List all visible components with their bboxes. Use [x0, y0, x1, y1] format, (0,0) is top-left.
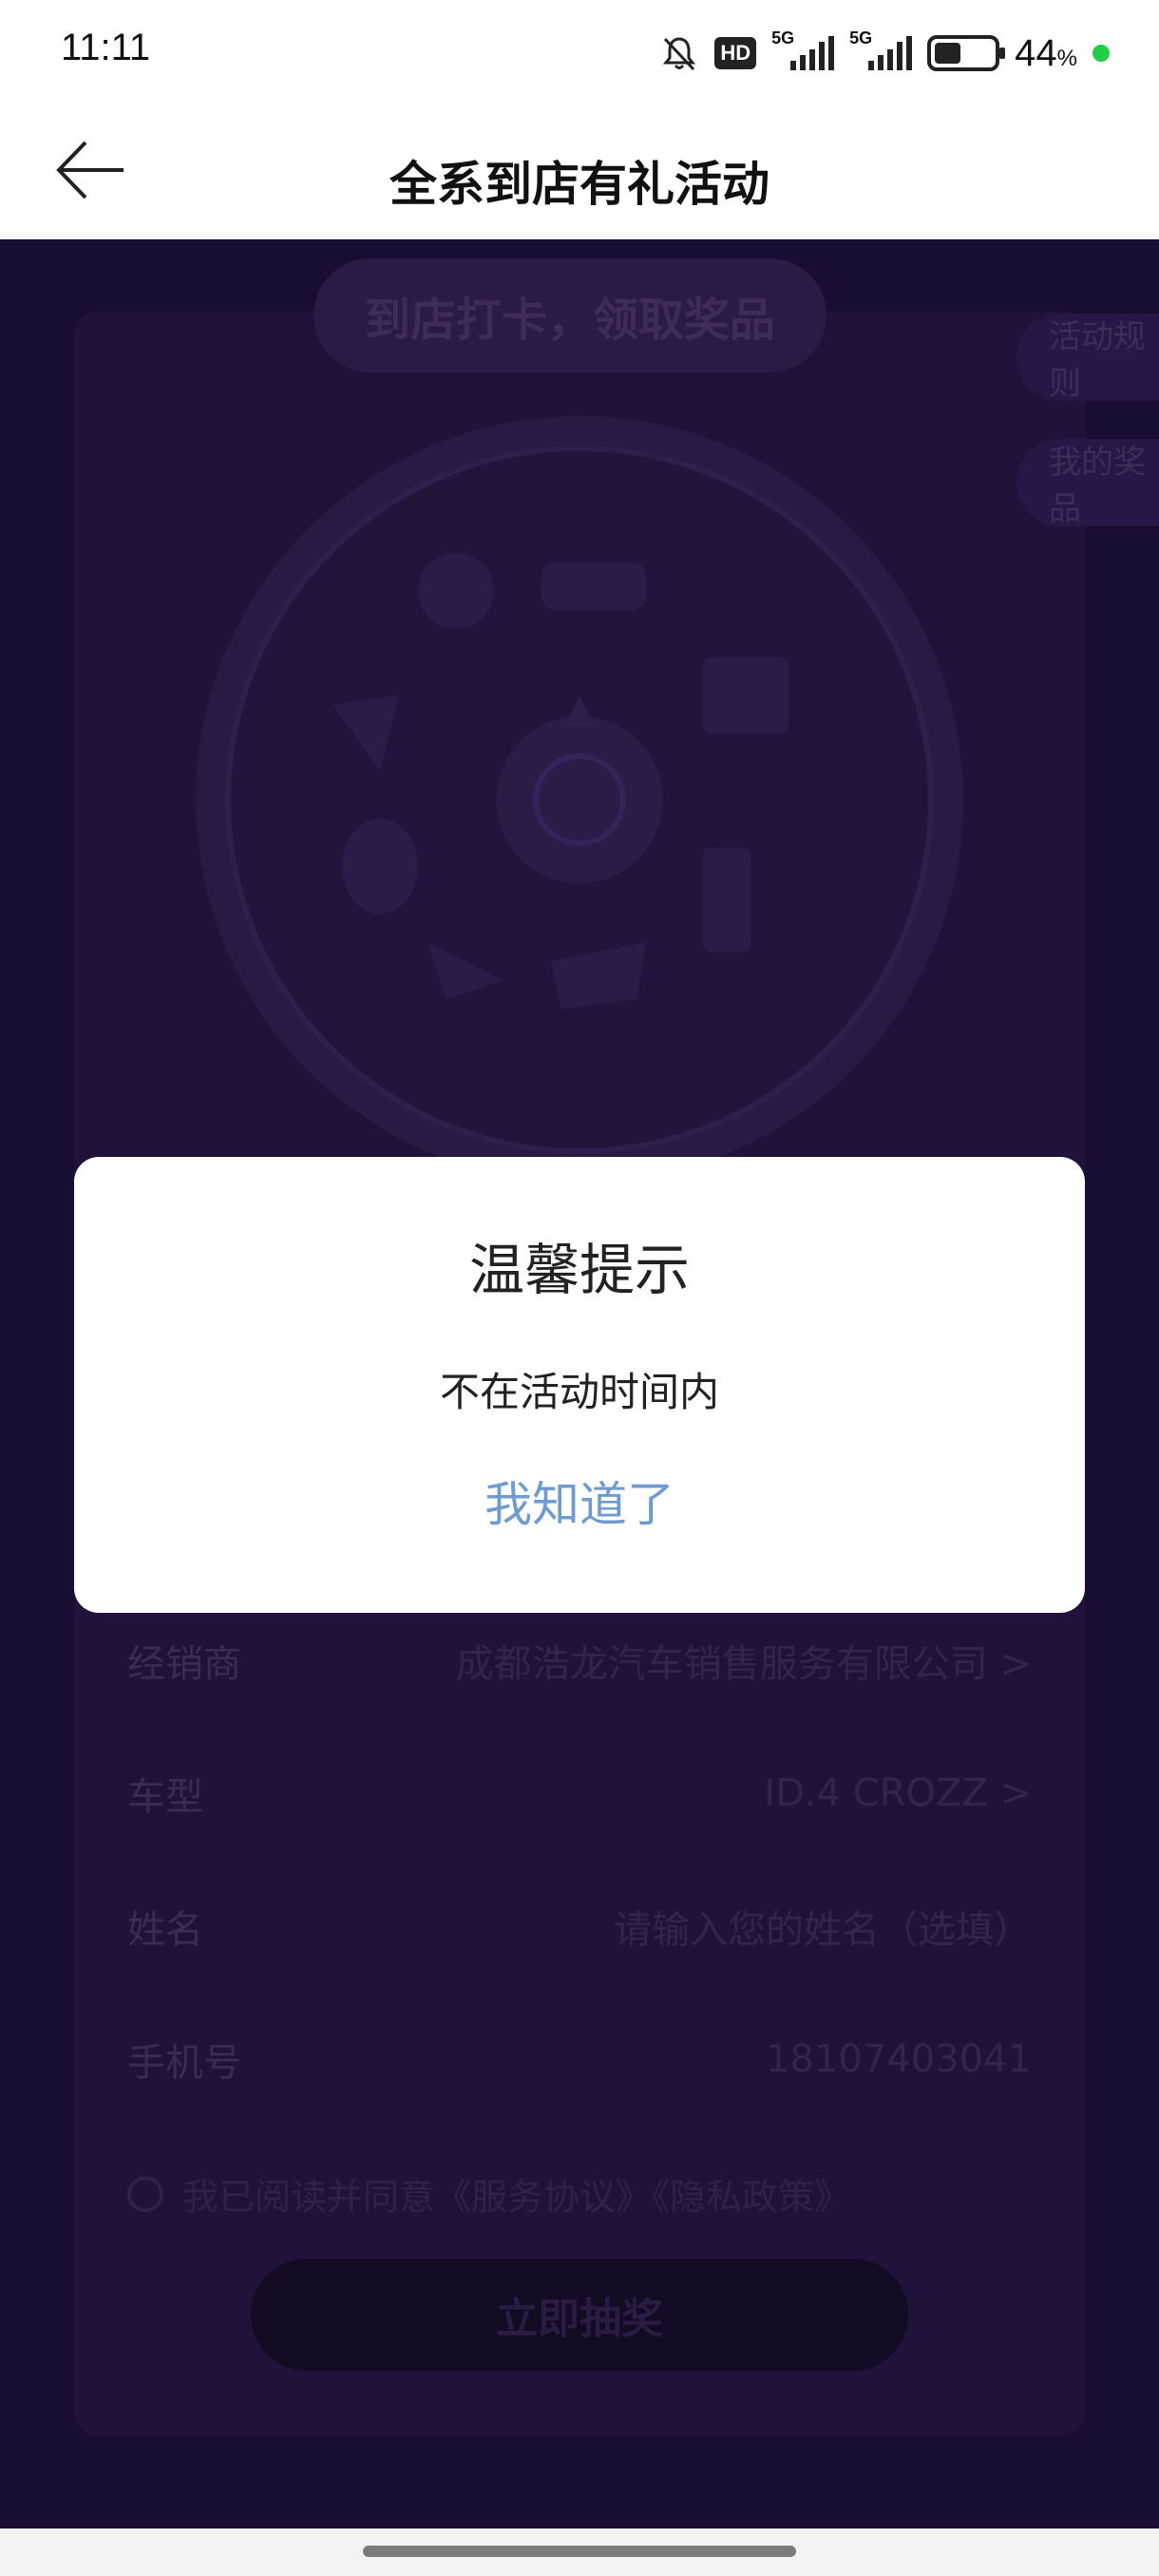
system-nav-bar: [0, 2529, 1159, 2576]
status-icons: HD 5G 5G 44%: [659, 25, 1110, 82]
banner-pill: 到店打卡，领取奖品: [314, 258, 826, 372]
app-header: 全系到店有礼活动: [0, 104, 1159, 239]
battery-level: [935, 43, 960, 64]
battery-value: 44: [1015, 31, 1057, 74]
name-value: 请输入您的姓名（选填）: [614, 1908, 1032, 1952]
phone-label: 手机号: [127, 2041, 241, 2085]
home-indicator[interactable]: [363, 2546, 796, 2557]
hd-icon: HD: [714, 37, 757, 69]
prize-wheel: [196, 416, 963, 1184]
agreement-text: 我已阅读并同意《服务协议》《隐私政策》: [182, 2176, 851, 2218]
dialog-title: 温馨提示: [468, 1238, 690, 1302]
signal-label: 5G: [771, 28, 795, 47]
phone-value: 18107403041: [766, 2037, 1032, 2081]
signal-5g-icon: 5G: [849, 28, 913, 72]
dealer-label: 经销商: [127, 1642, 241, 1686]
model-label: 车型: [127, 1775, 203, 1819]
status-time: 11:11: [61, 27, 151, 68]
form-row-name: 姓名 请输入您的姓名（选填）: [127, 1888, 1032, 1964]
agreement-check-icon: [127, 2175, 163, 2212]
bell-muted-icon: [663, 37, 696, 71]
name-label: 姓名: [127, 1908, 203, 1952]
charging-dot: [1092, 45, 1110, 62]
draw-button: 立即抽奖: [251, 2259, 908, 2371]
dialog-message: 不在活动时间内: [439, 1369, 719, 1415]
dialog-confirm-button[interactable]: 我知道了: [437, 1467, 722, 1535]
dealer-value: 成都浩龙汽车销售服务有限公司 >: [455, 1642, 1032, 1686]
signal-5g-icon: 5G: [771, 28, 835, 72]
tip-dialog: 温馨提示 不在活动时间内 我知道了: [74, 1157, 1085, 1613]
form-row-dealer: 经销商 成都浩龙汽车销售服务有限公司 >: [127, 1622, 1032, 1698]
battery-text: 44%: [1015, 32, 1077, 75]
tab-activity-rules: 活动规则: [1016, 313, 1159, 403]
battery-unit: %: [1056, 45, 1077, 71]
status-bar: 11:11 HD 5G 5G 44%: [0, 0, 1159, 104]
battery-icon: [927, 35, 1006, 71]
page-title: 全系到店有礼活动: [390, 157, 770, 212]
tab-my-prizes: 我的奖品: [1016, 439, 1159, 528]
model-value: ID.4 CROZZ >: [764, 1771, 1032, 1815]
signal-label: 5G: [849, 28, 873, 47]
form-row-model: 车型 ID.4 CROZZ >: [127, 1755, 1032, 1831]
agreement-row: 我已阅读并同意《服务协议》《隐私政策》: [127, 2168, 850, 2220]
form-row-phone: 手机号 18107403041: [127, 2021, 1032, 2097]
